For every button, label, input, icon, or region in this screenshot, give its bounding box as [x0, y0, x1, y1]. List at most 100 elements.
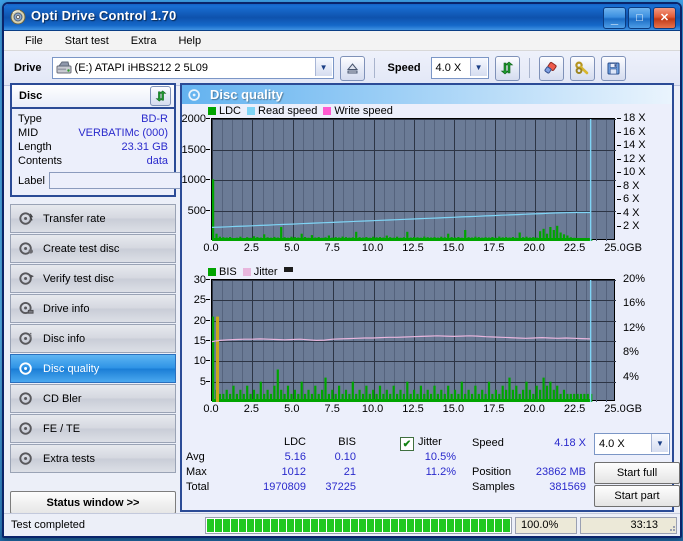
progress-segment	[471, 518, 478, 532]
stats-row-max-label: Max	[186, 466, 207, 478]
speed-select[interactable]: 4.0 X ▼	[430, 57, 489, 79]
toolbar-separator-1	[373, 58, 375, 78]
chevron-down-icon[interactable]: ▼	[314, 58, 332, 76]
save-button[interactable]	[600, 55, 626, 81]
jitter-checkbox[interactable]: ✔	[400, 437, 414, 451]
sidebar-item-disc-quality[interactable]: Disc quality	[10, 354, 176, 383]
stats-total-ldc: 1970809	[263, 481, 306, 493]
stats-row-total-label: Total	[186, 481, 210, 493]
y-tick-label: 10	[193, 355, 206, 368]
progress-segment	[263, 518, 270, 532]
start-full-button[interactable]: Start full	[594, 462, 680, 484]
y2-tick-label: 12 X	[623, 152, 646, 165]
legend-jitter: Jitter	[242, 266, 278, 278]
y-tick-label: 20	[193, 314, 206, 327]
status-message: Test completed	[11, 519, 85, 531]
chevron-down-icon[interactable]: ▼	[469, 58, 487, 76]
progress-segment	[271, 518, 278, 532]
statistics-panel: LDC BIS ✔ Jitter Avg 5.16 0.10 10.5% Max…	[182, 433, 680, 508]
eject-button[interactable]	[339, 55, 365, 81]
y-tick-mark	[206, 360, 210, 362]
menu-extra[interactable]: Extra	[128, 34, 160, 48]
maximize-icon: □	[636, 11, 643, 24]
progress-segment	[231, 518, 238, 532]
disc-row-mid: MID VERBATIMc (000)	[12, 126, 174, 140]
progress-segment	[223, 518, 230, 532]
drive-icon	[56, 60, 72, 75]
y2-tick-label: 14 X	[623, 139, 646, 152]
refresh-button[interactable]	[494, 55, 520, 81]
eraser-icon	[544, 62, 557, 74]
sidebar-item-verify-test-disc[interactable]: Verify test disc	[10, 264, 176, 293]
progress-percent: 100.0%	[515, 516, 577, 534]
progress-segment	[303, 518, 310, 532]
disc-quality-panel: Disc quality LDC Read speed Write speed	[180, 83, 680, 512]
disc-refresh-button[interactable]	[150, 86, 171, 106]
menu-help[interactable]: Help	[175, 34, 204, 48]
sidebar-item-transfer-rate[interactable]: Transfer rate	[10, 204, 176, 233]
minimize-icon: _	[610, 11, 619, 26]
save-icon	[607, 62, 620, 74]
minimize-button[interactable]: _	[603, 7, 626, 29]
disc-key: Contents	[18, 155, 63, 167]
y-tick-label: 500	[187, 204, 206, 217]
disc-key: MID	[18, 127, 39, 139]
progress-bar	[205, 516, 512, 534]
progress-segment	[431, 518, 438, 532]
menu-start-test[interactable]: Start test	[62, 34, 112, 48]
sidebar-item-create-test-disc[interactable]: Create test disc	[10, 234, 176, 263]
x-tick-label: 17.5	[483, 403, 505, 415]
maximize-button[interactable]: □	[628, 7, 651, 29]
x-tick-label: 12.5	[402, 242, 424, 254]
progress-segment	[391, 518, 398, 532]
progress-segment	[399, 518, 406, 532]
sidebar-item-label: Disc quality	[43, 362, 100, 375]
drive-select[interactable]: (E:) ATAPI iHBS212 2 5L09 ▼	[51, 57, 334, 79]
sidebar-item-extra-tests[interactable]: Extra tests	[10, 444, 176, 473]
legend-swatch-write-speed	[323, 107, 332, 115]
ldc-chart: 500 1000 1500 2000 2 X4 X6 X8 X 10 X 12 X 14 X…	[182, 113, 672, 263]
progress-segment	[311, 518, 318, 532]
legend-pof	[283, 267, 296, 277]
tools-button[interactable]	[569, 55, 595, 81]
legend-label: LDC	[219, 105, 242, 117]
sidebar-item-fe-te[interactable]: FE / TE	[10, 414, 176, 443]
disc-verify-icon	[19, 272, 34, 285]
refresh-icon	[155, 90, 166, 102]
stats-speed-label: Speed	[472, 437, 504, 449]
sidebar-item-cd-bler[interactable]: CD Bler	[10, 384, 176, 413]
sidebar-item-drive-info[interactable]: Drive info	[10, 294, 176, 323]
test-speed-select[interactable]: 4.0 X ▼	[594, 433, 670, 455]
disc-label-input[interactable]	[48, 172, 197, 189]
y2-tick-label: 12%	[623, 321, 646, 334]
sidebar-item-disc-info[interactable]: Disc info	[10, 324, 176, 353]
progress-segment	[423, 518, 430, 532]
progress-segment	[287, 518, 294, 532]
y2-tick-label: 8 X	[623, 179, 640, 192]
progress-segment	[343, 518, 350, 532]
ldc-chart-plot[interactable]	[211, 118, 616, 241]
stats-samples-value: 381569	[549, 481, 586, 493]
progress-segment	[335, 518, 342, 532]
menu-file[interactable]: File	[22, 34, 46, 48]
progress-segment	[279, 518, 286, 532]
sidebar-item-label: Drive info	[43, 302, 90, 315]
content-area: Disc Type BD-R MID VERBATIMc (000) Lengt…	[4, 83, 680, 514]
refresh-icon	[500, 61, 514, 75]
erase-button[interactable]	[538, 55, 564, 81]
close-button[interactable]: ✕	[653, 7, 676, 29]
y-tick-label: 2000	[181, 113, 206, 125]
plot1-svg	[212, 119, 616, 241]
bis-chart-plot[interactable]	[211, 279, 616, 402]
start-part-button[interactable]: Start part	[594, 485, 680, 507]
x-tick-label: 22.5	[563, 242, 586, 254]
status-window-button[interactable]: Status window >>	[10, 491, 176, 514]
chevron-down-icon[interactable]: ▼	[651, 434, 668, 452]
ldc-chart-y-axis: 500 1000 1500 2000	[182, 114, 210, 240]
resize-grip-icon[interactable]	[665, 521, 677, 533]
read-speed-line	[212, 211, 591, 228]
stats-max-bis: 21	[343, 466, 356, 478]
legend-write-speed: Write speed	[323, 105, 393, 117]
status-bar: Test completed 100.0% 33:13	[4, 513, 680, 536]
